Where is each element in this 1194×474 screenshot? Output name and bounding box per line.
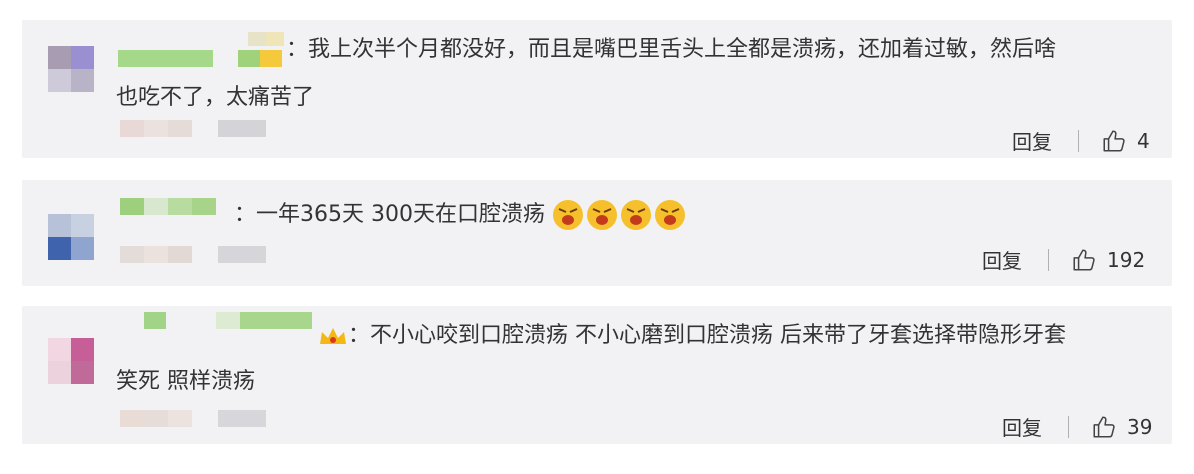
angry-face-icon [620,200,651,230]
avatar[interactable] [48,214,94,260]
username-blurred[interactable] [144,312,314,329]
like-count: 39 [1127,414,1153,439]
comment-actions: 回复 4 [1012,126,1150,155]
comment-text: ：一年365天 300天在口腔溃疡 [234,198,688,232]
username-blurred[interactable] [120,198,245,215]
angry-face-icon [552,200,583,230]
like-button[interactable]: 4 [1101,128,1150,154]
username-blurred[interactable] [118,50,298,67]
like-button[interactable]: 39 [1091,414,1152,440]
comment-card: ：我上次半个月都没好，而且是嘴巴里舌头上全都是溃疡，还加着过敏，然后啥 也吃不了… [22,20,1172,158]
thumbs-up-icon [1103,129,1125,152]
timestamp-blurred [120,410,270,427]
angry-face-icon [654,200,685,230]
like-button[interactable]: 192 [1071,247,1145,273]
timestamp-blurred [120,120,270,137]
comment-actions: 回复 192 [982,245,1145,274]
divider [1078,129,1079,152]
crown-badge-icon [320,328,346,344]
avatar[interactable] [48,338,94,384]
reply-button[interactable]: 回复 [1002,412,1042,441]
comment-card: ：不小心咬到口腔溃疡 不小心磨到口腔溃疡 后来带了牙套选择带隐形牙套 笑死 照样… [22,306,1172,444]
divider [1068,415,1069,438]
like-count: 4 [1137,128,1150,153]
badge-blurred [248,32,284,46]
avatar[interactable] [48,46,94,92]
thumbs-up-icon [1093,415,1115,438]
reply-button[interactable]: 回复 [1012,126,1052,155]
comment-text-continued: 笑死 照样溃疡 [116,369,255,394]
thumbs-up-icon [1073,248,1095,271]
comment-actions: 回复 39 [1002,412,1152,441]
reply-button[interactable]: 回复 [982,245,1022,274]
comment-text-content: ：不小心咬到口腔溃疡 不小心磨到口腔溃疡 后来带了牙套选择带隐形牙套 [348,323,1066,348]
like-count: 192 [1107,247,1146,272]
comment-text: ：不小心咬到口腔溃疡 不小心磨到口腔溃疡 后来带了牙套选择带隐形牙套 [318,319,1066,353]
timestamp-blurred [120,246,270,263]
comment-text-content: ：一年365天 300天在口腔溃疡 [234,202,545,227]
angry-face-icon [586,200,617,230]
comment-text: ：我上次半个月都没好，而且是嘴巴里舌头上全都是溃疡，还加着过敏，然后啥 [286,37,1057,62]
comment-card: ：一年365天 300天在口腔溃疡 回复 192 [22,180,1172,286]
divider [1048,248,1049,271]
comment-text-continued: 也吃不了，太痛苦了 [116,85,315,110]
